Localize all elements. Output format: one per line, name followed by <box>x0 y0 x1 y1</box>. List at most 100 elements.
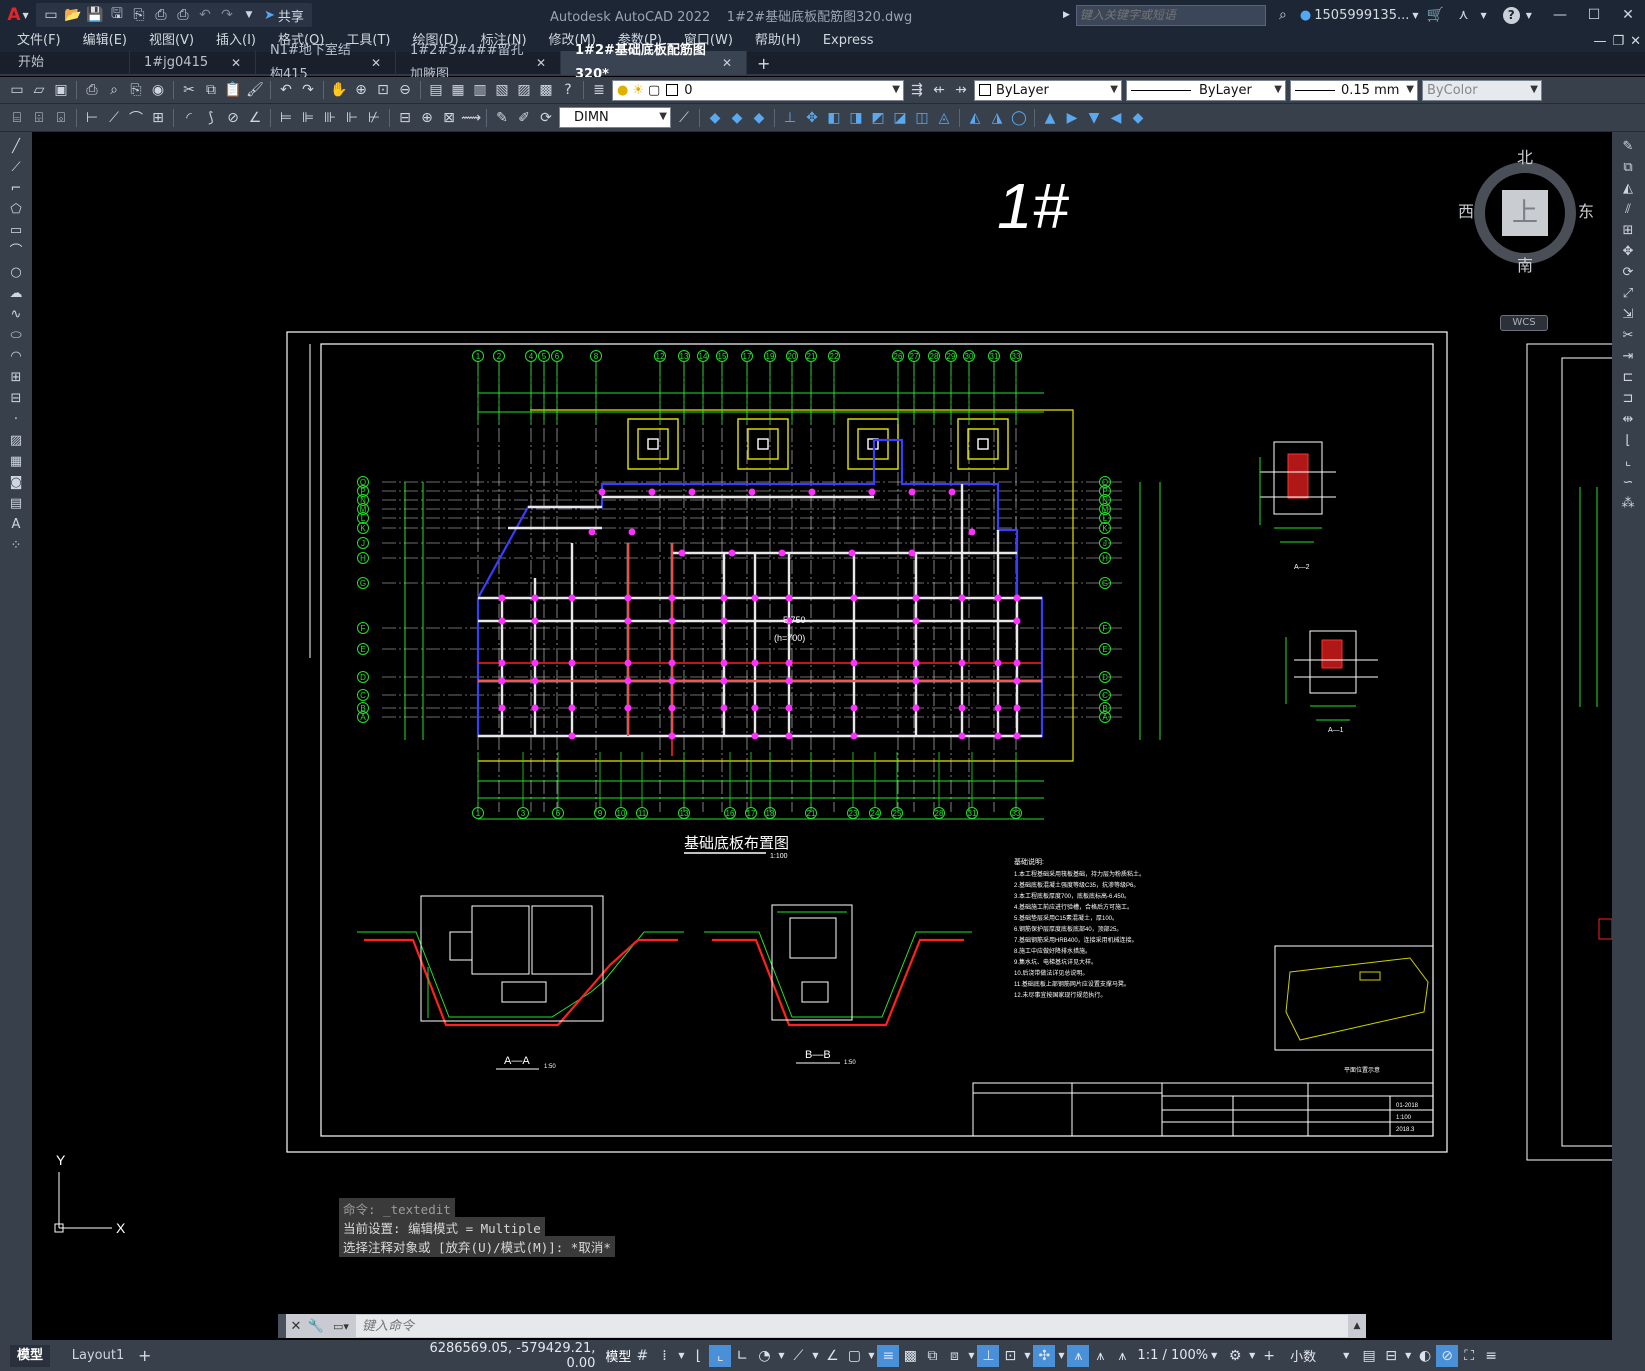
solid-cone-icon[interactable]: ◆ <box>748 107 770 129</box>
layers-icon[interactable]: ⌺ <box>50 107 72 129</box>
recent-commands-icon[interactable]: ▭▾ <box>326 1320 356 1333</box>
markup-icon[interactable]: ▨ <box>513 79 535 101</box>
offset-icon[interactable]: ⫽ <box>1612 199 1644 220</box>
ucs-face-icon[interactable]: ◨ <box>845 107 867 129</box>
tab-hole-haunch[interactable]: 1#2#3#4##留孔加腋图 ✕ <box>396 43 561 82</box>
linetype-dropdown[interactable]: ByLayer ▼ <box>1126 79 1286 101</box>
open-icon[interactable]: ▱ <box>28 79 50 101</box>
search-input[interactable] <box>1075 4 1266 26</box>
drawing-canvas[interactable]: 1# 1 2 4 5 6 8 12 13 14 15 17 19 20 21 2… <box>32 132 1612 1340</box>
jogged-linear-icon[interactable]: ⟿ <box>460 107 482 129</box>
layer-properties-icon[interactable]: ≣ <box>588 79 610 101</box>
graphics-performance-icon[interactable]: ⊘ <box>1436 1344 1459 1367</box>
tab-start[interactable]: 开始 <box>4 51 130 75</box>
circle-icon[interactable]: ○ <box>0 262 32 283</box>
redo-icon[interactable]: ↷ <box>216 4 238 26</box>
help-icon[interactable]: ? <box>1502 6 1520 24</box>
insert-block-icon[interactable]: ⊞ <box>0 367 32 388</box>
menu-insert[interactable]: 插入(I) <box>205 30 267 52</box>
new-icon[interactable]: ▭ <box>6 79 28 101</box>
table-icon[interactable]: ▤ <box>0 493 32 514</box>
wcs-menu[interactable]: WCS <box>1500 315 1548 331</box>
tab-jg0415[interactable]: 1#jg0415 ✕ <box>130 51 256 75</box>
chevron-down-icon[interactable]: ▼ <box>965 1345 977 1367</box>
expand-search-icon[interactable]: ▶ <box>1063 10 1070 20</box>
ucs-origin-icon[interactable]: ◫ <box>911 107 933 129</box>
chevron-down-icon[interactable]: ▼ <box>1340 1345 1352 1367</box>
gradient-icon[interactable]: ▦ <box>0 451 32 472</box>
materials-icon[interactable]: ◮ <box>986 107 1008 129</box>
menu-express[interactable]: Express <box>812 30 885 52</box>
extend-icon[interactable]: ⇥ <box>1612 346 1644 367</box>
menu-help[interactable]: 帮助(H) <box>744 30 812 52</box>
chevron-down-icon[interactable]: ▼ <box>1055 1345 1067 1367</box>
dim-edit-icon[interactable]: ✎ <box>491 107 513 129</box>
close-tab-icon[interactable]: ✕ <box>722 51 732 75</box>
undo-icon[interactable]: ↶ <box>275 79 297 101</box>
print-icon[interactable]: ⎙ <box>172 4 194 26</box>
object-snap-icon[interactable]: ▢ <box>843 1345 865 1367</box>
solid-box-icon[interactable]: ◆ <box>704 107 726 129</box>
close-command-line-icon[interactable]: ✕ <box>286 1319 306 1334</box>
spline-icon[interactable]: ∿ <box>0 304 32 325</box>
polygon-icon[interactable]: ⬠ <box>0 199 32 220</box>
viewcube-top-face[interactable]: 上 <box>1502 190 1548 236</box>
minimize-icon[interactable]: — <box>1543 0 1577 30</box>
redo-icon[interactable]: ↷ <box>297 79 319 101</box>
command-line-handle[interactable] <box>278 1314 286 1338</box>
customize-icon[interactable]: 🔧 <box>306 1319 326 1334</box>
autocad-logo-button[interactable]: A ▼ <box>0 0 36 30</box>
compass-west[interactable]: 西 <box>1458 198 1474 222</box>
match-prop-icon[interactable]: 🖌 <box>244 79 266 101</box>
layout-tab-layout1[interactable]: Layout1 <box>62 1345 134 1367</box>
scale-icon[interactable]: ⤢ <box>1612 283 1644 304</box>
zoom-window-icon[interactable]: ⊡ <box>372 79 394 101</box>
customization-icon[interactable]: ≡ <box>1480 1345 1502 1367</box>
plotstyle-dropdown[interactable]: ByColor ▼ <box>1422 79 1542 101</box>
selection-filter-icon[interactable]: ⊡ <box>999 1345 1021 1367</box>
3d-osnap-icon[interactable]: ⧈ <box>943 1345 965 1367</box>
sheet-set-icon[interactable]: ▧ <box>491 79 513 101</box>
snap-icon[interactable]: ⁞ <box>653 1345 675 1367</box>
new-file-icon[interactable]: ▭ <box>40 4 62 26</box>
save-icon[interactable]: 💾 <box>84 4 106 26</box>
preview-icon[interactable]: ⌕ <box>103 79 125 101</box>
polyline-icon[interactable]: ⌐ <box>0 178 32 199</box>
workspace-switch-icon[interactable]: ⚙ <box>1224 1345 1246 1367</box>
auto-scale-icon[interactable]: ⩚ <box>1089 1345 1111 1367</box>
autodesk-app-icon[interactable]: ⋏ <box>1453 4 1475 26</box>
sweep-icon[interactable]: ▼ <box>1083 107 1105 129</box>
doc-minimize-icon[interactable]: — <box>1593 34 1606 49</box>
point-icon[interactable]: · <box>0 409 32 430</box>
dim-ordinate-icon[interactable]: ⊞ <box>147 107 169 129</box>
chamfer-icon[interactable]: ⌊ <box>1612 430 1644 451</box>
close-icon[interactable]: ✕ <box>1611 0 1645 30</box>
plot-icon[interactable]: ⎙ <box>81 79 103 101</box>
region-icon[interactable]: ◙ <box>0 472 32 493</box>
lineweight-dropdown[interactable]: 0.15 mm ▼ <box>1290 79 1418 101</box>
add-selected-icon[interactable]: ⁘ <box>0 535 32 556</box>
gizmo-icon[interactable]: ✣ <box>1033 1344 1056 1367</box>
dim-jogged-icon[interactable]: ⟆ <box>200 107 222 129</box>
revision-cloud-icon[interactable]: ☁ <box>0 283 32 304</box>
grid-icon[interactable]: # <box>631 1345 653 1367</box>
user-account[interactable]: ● 1505999135... ▼ <box>1300 8 1419 23</box>
design-center-icon[interactable]: ▦ <box>447 79 469 101</box>
model-space-button[interactable]: 模型 <box>605 1346 631 1365</box>
properties-icon[interactable]: ▤ <box>425 79 447 101</box>
web-icon[interactable]: ◉ <box>147 79 169 101</box>
dim-aligned-icon[interactable]: ⟋ <box>103 107 125 129</box>
pan-icon[interactable]: ✋ <box>328 79 350 101</box>
dim-diameter-icon[interactable]: ⊘ <box>222 107 244 129</box>
compass-south[interactable]: 南 <box>1517 252 1533 276</box>
new-tab-icon[interactable]: + <box>757 54 770 73</box>
dim-linear-icon[interactable]: ⊢ <box>81 107 103 129</box>
transparency-icon[interactable]: ▩ <box>899 1345 921 1367</box>
compass-east[interactable]: 东 <box>1578 198 1594 222</box>
dim-baseline-icon[interactable]: ⊫ <box>297 107 319 129</box>
copy-object-icon[interactable]: ⧉ <box>1612 157 1644 178</box>
layer-dropdown[interactable]: ● ☀ ▢ 0 ▼ <box>612 79 904 101</box>
ucs-object-icon[interactable]: ◩ <box>867 107 889 129</box>
zoom-realtime-icon[interactable]: ⊕ <box>350 79 372 101</box>
move-icon[interactable]: ✥ <box>1612 241 1644 262</box>
